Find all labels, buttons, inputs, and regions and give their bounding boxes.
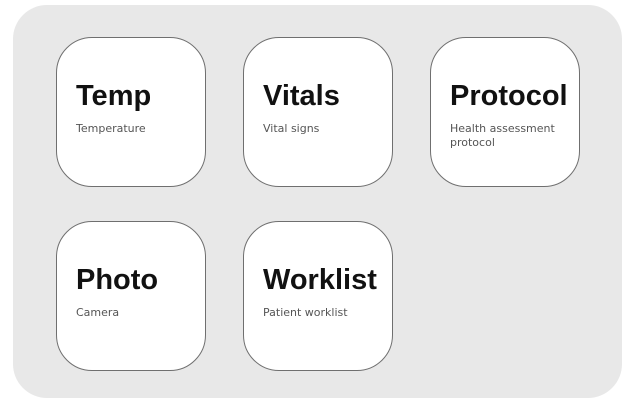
photo-tile[interactable]: Photo Camera xyxy=(56,221,206,371)
protocol-tile-title: Protocol xyxy=(450,80,568,112)
protocol-tile-subtitle: Health assessment protocol xyxy=(450,122,555,149)
photo-tile-subtitle: Camera xyxy=(76,306,120,319)
worklist-tile-title: Worklist xyxy=(263,264,377,296)
temp-tile[interactable]: Temp Temperature xyxy=(56,37,206,187)
vitals-tile-title: Vitals xyxy=(263,80,340,112)
temp-tile-subtitle: Temperature xyxy=(76,122,146,135)
temp-tile-title: Temp xyxy=(76,80,152,112)
protocol-tile[interactable]: Protocol Health assessment protocol xyxy=(430,37,580,187)
worklist-tile[interactable]: Worklist Patient worklist xyxy=(243,221,393,371)
vitals-tile-subtitle: Vital signs xyxy=(263,122,320,135)
photo-tile-title: Photo xyxy=(76,264,159,296)
worklist-tile-subtitle: Patient worklist xyxy=(263,306,348,319)
vitals-tile[interactable]: Vitals Vital signs xyxy=(243,37,393,187)
